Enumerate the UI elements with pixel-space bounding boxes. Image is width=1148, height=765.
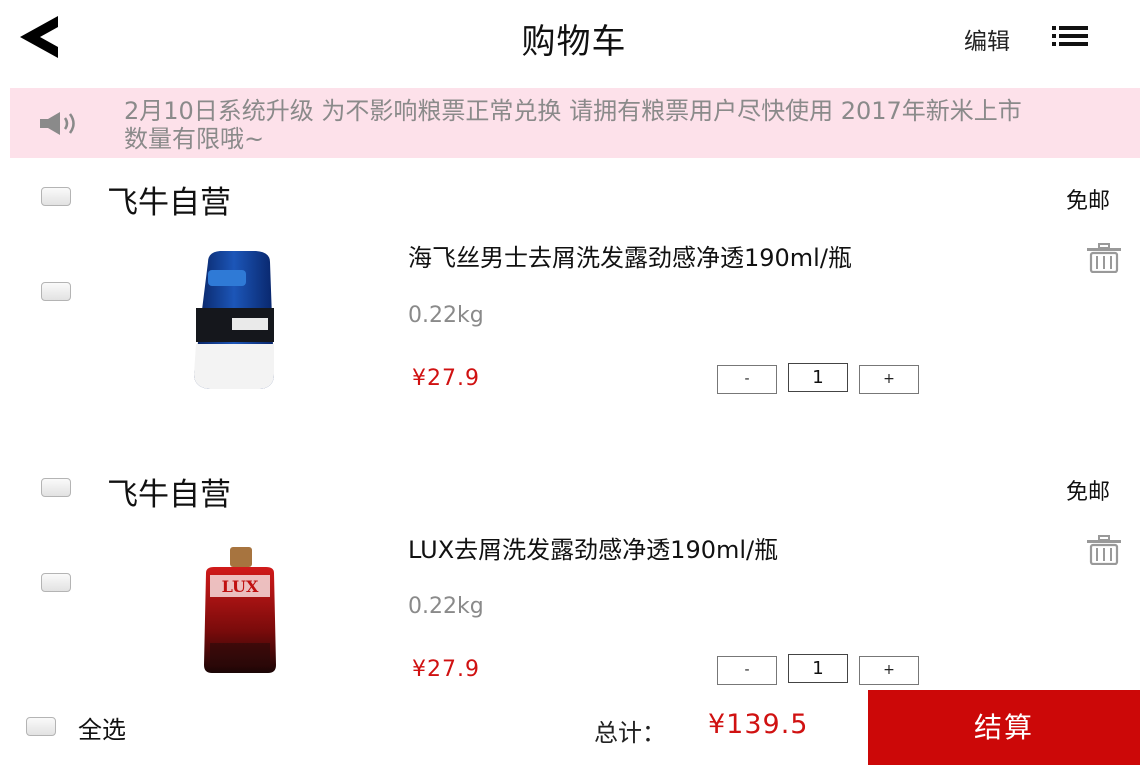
edit-button[interactable]: 编辑 <box>964 22 1010 56</box>
total-price: ¥139.5 <box>708 709 809 740</box>
total-label: 总计： <box>594 719 666 747</box>
qty-input[interactable]: 1 <box>788 654 848 683</box>
trash-icon[interactable] <box>1085 243 1123 274</box>
product-image[interactable]: LUX <box>198 545 282 675</box>
qty-minus-button[interactable]: - <box>717 656 777 685</box>
select-all-checkbox[interactable] <box>26 717 56 736</box>
list-icon[interactable] <box>1052 26 1088 46</box>
notice-text: 2月10日系统升级 为不影响粮票正常兑换 请拥有粮票用户尽快使用 2017年新米… <box>124 97 1022 153</box>
store-checkbox[interactable] <box>41 478 71 497</box>
product-price: ¥27.9 <box>412 366 480 391</box>
shipping-label: 免邮 <box>1066 189 1111 214</box>
speaker-icon <box>38 110 82 136</box>
product-image[interactable] <box>186 248 280 392</box>
product-weight: 0.22kg <box>408 594 484 619</box>
product-price: ¥27.9 <box>412 657 480 682</box>
store-checkbox[interactable] <box>41 187 71 206</box>
product-name[interactable]: 海飞丝男士去屑洗发露劲感净透190ml/瓶 <box>408 244 948 272</box>
qty-minus-button[interactable]: - <box>717 365 777 394</box>
store-name: 飞牛自营 <box>107 185 231 221</box>
product-weight: 0.22kg <box>408 303 484 328</box>
store-name: 飞牛自营 <box>107 477 231 513</box>
qty-plus-button[interactable]: + <box>859 656 919 685</box>
item-checkbox[interactable] <box>41 282 71 301</box>
qty-input[interactable]: 1 <box>788 363 848 392</box>
trash-icon[interactable] <box>1085 535 1123 566</box>
qty-plus-button[interactable]: + <box>859 365 919 394</box>
product-name[interactable]: LUX去屑洗发露劲感净透190ml/瓶 <box>408 536 948 564</box>
item-checkbox[interactable] <box>41 573 71 592</box>
select-all-label[interactable]: 全选 <box>78 710 126 745</box>
svg-text:LUX: LUX <box>222 577 259 596</box>
checkout-button[interactable]: 结算 <box>868 690 1140 765</box>
shipping-label: 免邮 <box>1066 480 1111 505</box>
